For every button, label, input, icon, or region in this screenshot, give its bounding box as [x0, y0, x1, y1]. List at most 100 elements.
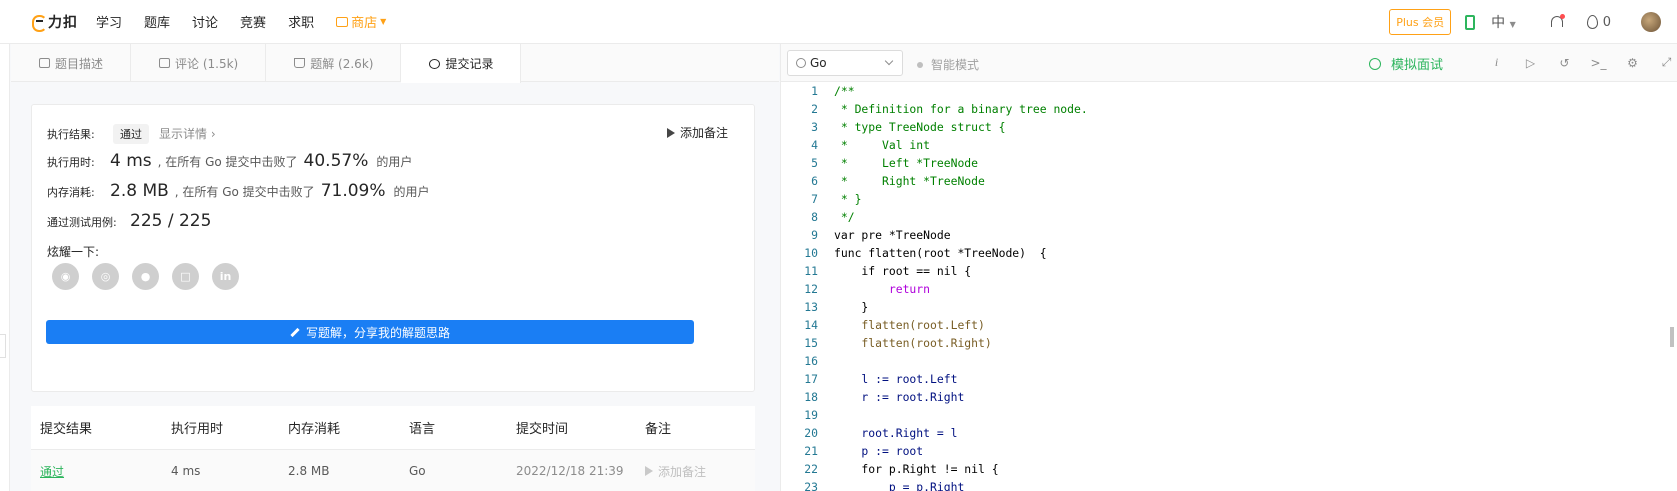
- show-details-link[interactable]: 显示详情 ›: [159, 125, 216, 142]
- line-number: 11: [804, 264, 818, 278]
- line-number: 16: [804, 354, 818, 368]
- top-nav: 力扣 学习 题库 讨论 竞赛 求职 商店 ▼ Plus 会员 中 ▼ 0: [0, 0, 1677, 44]
- code-line: */: [834, 210, 855, 224]
- run-icon[interactable]: ▷: [1522, 54, 1539, 71]
- wechat-icon[interactable]: ◉: [52, 263, 79, 290]
- code-line: return: [834, 282, 931, 296]
- douban-icon[interactable]: □: [172, 263, 199, 290]
- table-header: 提交结果 执行用时 内存消耗 语言 提交时间 备注: [31, 406, 755, 450]
- line-number: 4: [811, 138, 818, 152]
- plus-member-button[interactable]: Plus 会员: [1389, 9, 1452, 35]
- code-line: * Left *TreeNode: [834, 156, 979, 170]
- language-select-value: Go: [810, 56, 827, 70]
- testcases-value: 225 / 225: [130, 211, 212, 231]
- line-number: 19: [804, 408, 818, 422]
- exec-result-label: 执行结果:: [47, 128, 95, 141]
- left-collapse-strip: [0, 44, 10, 491]
- code-line: * type TreeNode struct {: [834, 120, 1006, 134]
- streak-count: 0: [1602, 14, 1611, 30]
- mock-interview-button[interactable]: 模拟面试: [1369, 54, 1443, 73]
- weibo-icon[interactable]: ◎: [92, 263, 119, 290]
- mobile-app-icon[interactable]: [1465, 14, 1476, 30]
- nav-links: 学习 题库 讨论 竞赛 求职 商店 ▼: [96, 12, 408, 31]
- code-line: root.Right = l: [834, 426, 958, 440]
- line-number: 18: [804, 390, 818, 404]
- nav-link-learn[interactable]: 学习: [96, 12, 122, 31]
- editor-scrollbar[interactable]: [1670, 327, 1674, 347]
- line-number: 7: [811, 192, 818, 206]
- add-note-label: 添加备注: [679, 126, 728, 140]
- logo[interactable]: 力扣: [30, 12, 78, 32]
- table-row[interactable]: 通过 4 ms 2.8 MB Go 2022/12/18 21:39 添加备注: [31, 450, 755, 491]
- code-editor[interactable]: 1 /** 2 * Definition for a binary tree no…: [781, 82, 1677, 491]
- header-language: 语言: [409, 422, 436, 437]
- linkedin-icon[interactable]: in: [212, 263, 239, 290]
- nav-right: Plus 会员 中 ▼ 0: [1389, 0, 1677, 44]
- tab-description[interactable]: 题目描述: [11, 44, 132, 82]
- console-icon[interactable]: >_: [1590, 54, 1607, 71]
- chevron-down-icon: ▼: [380, 17, 387, 26]
- line-number: 17: [804, 372, 818, 386]
- reset-icon[interactable]: ↺: [1556, 54, 1573, 71]
- notification-bell-icon[interactable]: [1550, 14, 1565, 29]
- line-number: 15: [804, 336, 818, 350]
- add-note-button[interactable]: 添加备注: [666, 124, 728, 141]
- nav-link-discuss[interactable]: 讨论: [192, 12, 218, 31]
- tab-solutions[interactable]: 题解 (2.6k): [266, 44, 402, 82]
- language-label: 中: [1491, 15, 1506, 31]
- row-add-note[interactable]: 添加备注: [645, 463, 755, 480]
- avatar[interactable]: [1641, 12, 1661, 32]
- row-memory-cell: 2.8 MB: [288, 464, 330, 478]
- line-number: 6: [811, 174, 818, 188]
- leetcode-logo-icon: [30, 13, 47, 32]
- alarm-clock-icon: [1369, 57, 1381, 70]
- line-number: 21: [804, 444, 818, 458]
- runtime-text: , 在所有 Go 提交中击败了: [157, 155, 298, 169]
- row-result-cell: 通过: [31, 463, 171, 480]
- memory-row: 内存消耗: 2.8 MB , 在所有 Go 提交中击败了 71.09% 的用户: [47, 181, 430, 201]
- collapse-handle[interactable]: [0, 334, 6, 358]
- nav-link-problems[interactable]: 题库: [144, 12, 170, 31]
- write-solution-button[interactable]: 写题解，分享我的解题思路: [46, 320, 694, 344]
- tab-label: 评论 (1.5k): [175, 56, 239, 71]
- row-add-note-label: 添加备注: [658, 464, 707, 479]
- fire-icon: [1586, 15, 1598, 29]
- tab-comments[interactable]: 评论 (1.5k): [131, 44, 267, 82]
- submissions-table: 提交结果 执行用时 内存消耗 语言 提交时间 备注 通过 4 ms 2.8 MB…: [31, 406, 755, 491]
- code-line: p = p.Right: [834, 480, 965, 491]
- row-time-cell: 2022/12/18 21:39: [516, 464, 624, 478]
- smart-mode-toggle[interactable]: 智能模式: [917, 56, 979, 73]
- flask-icon: [294, 58, 306, 68]
- flag-icon: [666, 127, 675, 138]
- line-number: 22: [804, 462, 818, 476]
- tab-label: 提交记录: [445, 57, 494, 71]
- nav-link-contest[interactable]: 竞赛: [240, 12, 266, 31]
- fullscreen-icon[interactable]: ⤢: [1658, 54, 1675, 71]
- row-language-cell: Go: [409, 464, 426, 478]
- tab-submissions[interactable]: 提交记录: [401, 44, 522, 83]
- row-runtime-cell: 4 ms: [171, 464, 201, 478]
- line-number: 23: [804, 480, 818, 491]
- comment-icon: [159, 58, 171, 68]
- line-number: 13: [804, 300, 818, 314]
- store-icon: [336, 16, 349, 27]
- toggle-dot-icon: [917, 61, 923, 68]
- qq-icon[interactable]: ●: [132, 263, 159, 290]
- runtime-row: 执行用时: 4 ms , 在所有 Go 提交中击败了 40.57% 的用户: [47, 151, 412, 171]
- code-line: l := root.Left: [834, 372, 958, 386]
- nav-link-jobs[interactable]: 求职: [288, 12, 314, 31]
- line-number: 14: [804, 318, 818, 332]
- nav-link-store[interactable]: 商店 ▼: [336, 12, 386, 31]
- settings-icon[interactable]: ⚙: [1624, 54, 1641, 71]
- streak-counter[interactable]: 0: [1586, 14, 1611, 30]
- share-buttons: ◉ ◎ ● □ in: [52, 263, 252, 290]
- result-link[interactable]: 通过: [40, 465, 64, 479]
- language-select[interactable]: Go: [787, 50, 903, 76]
- clock-icon: [429, 58, 441, 69]
- info-italic-icon[interactable]: i: [1488, 54, 1505, 71]
- language-switch[interactable]: 中 ▼: [1491, 12, 1516, 32]
- editor-actions: i ▷ ↺ >_ ⚙ ⤢: [1471, 54, 1675, 71]
- problem-tabs: 题目描述 评论 (1.5k) 题解 (2.6k) 提交记录: [11, 44, 779, 83]
- memory-tail: 的用户: [393, 185, 430, 199]
- runtime-tail: 的用户: [376, 155, 413, 169]
